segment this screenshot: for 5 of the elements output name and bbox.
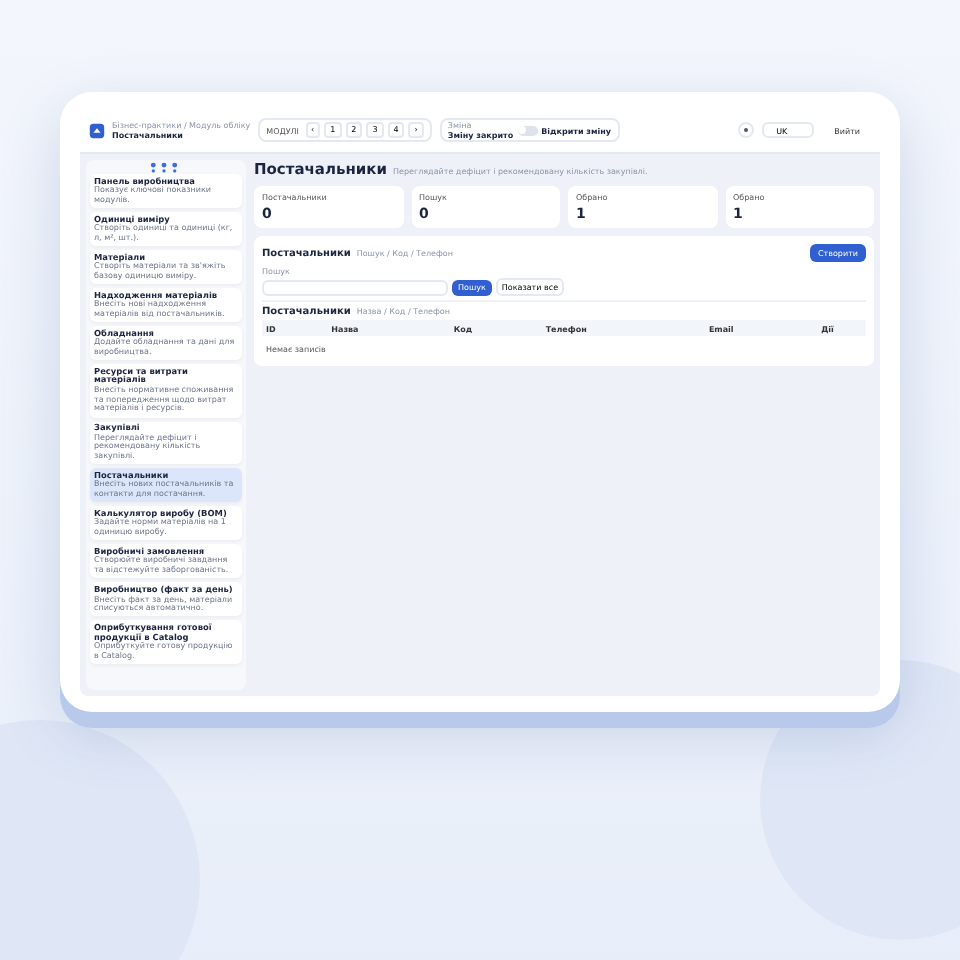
shift-toggle[interactable] [517,125,538,135]
dots-icon [150,161,178,173]
theme-button[interactable] [738,122,755,138]
logo-icon [88,121,106,139]
search-field[interactable] [262,279,448,295]
